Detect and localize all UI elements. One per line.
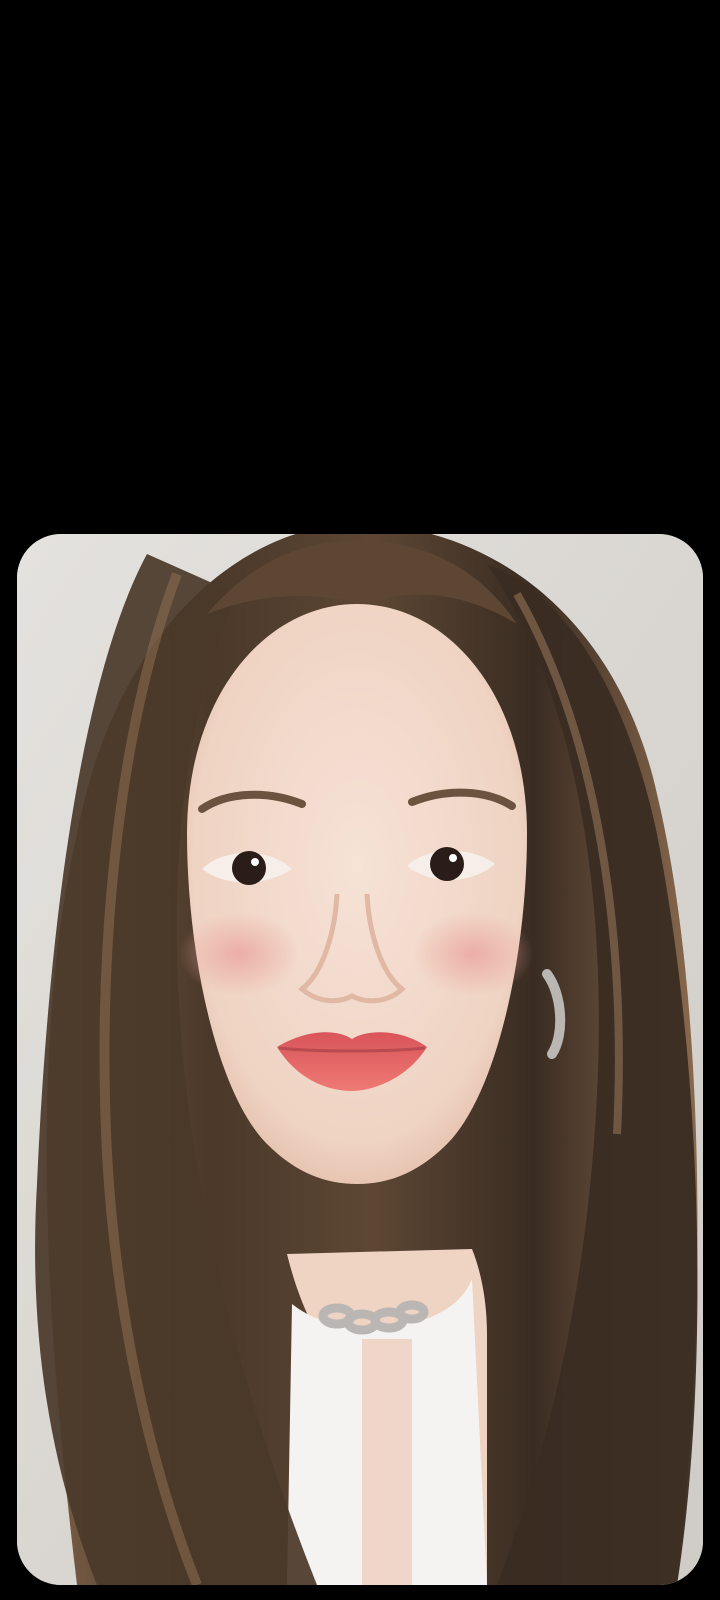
right-blush (413, 912, 533, 996)
screen-background (0, 0, 720, 1600)
left-blush (179, 912, 299, 996)
portrait-illustration (17, 534, 703, 1585)
face (187, 604, 527, 1184)
portrait-photo[interactable] (17, 534, 703, 1585)
shirt-opening (362, 1339, 412, 1585)
